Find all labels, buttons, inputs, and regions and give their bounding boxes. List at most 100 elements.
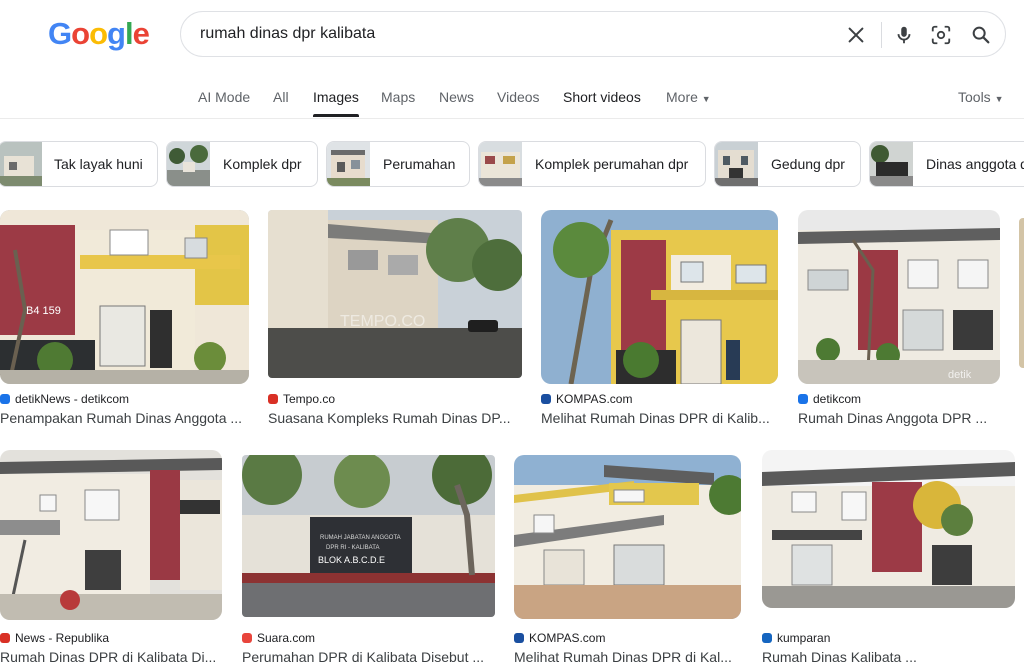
image-result[interactable]: RUMAH JABATAN ANGGOTA DPR RI - KALIBATA … <box>242 455 495 666</box>
tab-ai-mode[interactable]: AI Mode <box>198 89 250 105</box>
chip-label: Komplek perumahan dpr <box>535 156 689 172</box>
result-title[interactable]: Melihat Rumah Dinas DPR di Kal... <box>514 649 741 665</box>
result-title[interactable]: Penampakan Rumah Dinas Anggota ... <box>0 410 249 426</box>
site-favicon-icon <box>268 394 278 404</box>
search-divider <box>881 22 882 48</box>
chip-thumbnail <box>167 142 210 186</box>
image-result[interactable]: TEMPO.CO Tempo.co Suasana Kompleks Rumah… <box>268 210 522 430</box>
tab-more[interactable]: More ▼ <box>666 89 711 105</box>
source-label: Tempo.co <box>283 392 336 406</box>
sign-text: BLOK A.B.C.D.E <box>318 555 385 565</box>
logo-letter: o <box>89 16 108 51</box>
image-result[interactable]: kumparan Rumah Dinas Kalibata ... <box>762 450 1015 666</box>
caret-down-icon: ▼ <box>701 94 711 104</box>
tab-news[interactable]: News <box>439 89 474 105</box>
result-source[interactable]: detikNews - detikcom <box>0 392 129 406</box>
result-source[interactable]: Suara.com <box>242 631 315 645</box>
tab-all[interactable]: All <box>273 89 289 105</box>
tab-videos[interactable]: Videos <box>497 89 540 105</box>
google-logo[interactable]: Google <box>48 16 150 52</box>
camera-lens-icon[interactable] <box>930 24 952 46</box>
tools-label: Tools <box>958 89 991 105</box>
house-plate-text: B4 159 <box>26 305 61 317</box>
source-label: News - Republika <box>15 631 110 645</box>
site-favicon-icon <box>242 633 252 643</box>
site-favicon-icon <box>798 394 808 404</box>
image-result[interactable]: KOMPAS.com Melihat Rumah Dinas DPR di Ka… <box>541 210 778 430</box>
logo-letter: G <box>48 16 72 51</box>
source-label: Suara.com <box>257 631 316 645</box>
search-icon[interactable] <box>970 24 992 46</box>
tab-images[interactable]: Images <box>313 89 359 105</box>
result-title[interactable]: Rumah Dinas Kalibata ... <box>762 649 1015 665</box>
result-source[interactable]: Tempo.co <box>268 392 335 406</box>
tools-button[interactable]: Tools ▼ <box>958 89 1004 105</box>
search-tabs: AI Mode All Images Maps News Videos Shor… <box>0 86 1024 118</box>
result-thumbnail[interactable]: RUMAH JABATAN ANGGOTA DPR RI - KALIBATA … <box>242 455 495 617</box>
site-favicon-icon <box>0 394 10 404</box>
result-title[interactable]: Rumah Dinas Anggota DPR ... <box>798 410 1000 426</box>
sign-text: RUMAH JABATAN ANGGOTA <box>320 535 401 541</box>
result-thumbnail[interactable]: TEMPO.CO <box>268 210 522 378</box>
partial-thumbnail[interactable] <box>1019 218 1024 368</box>
active-tab-indicator <box>313 114 359 117</box>
result-title[interactable]: Perumahan DPR di Kalibata Disebut ... <box>242 649 495 665</box>
result-title[interactable]: Suasana Kompleks Rumah Dinas DP... <box>268 410 522 426</box>
microphone-icon[interactable] <box>893 24 915 46</box>
chip-label: Dinas anggota d <box>926 156 1024 172</box>
result-thumbnail[interactable]: B4 159 <box>0 210 249 384</box>
chip-thumbnail <box>0 142 42 186</box>
header-divider <box>0 118 1024 119</box>
result-title[interactable]: Rumah Dinas DPR di Kalibata Di... <box>0 649 222 665</box>
search-input[interactable]: rumah dinas dpr kalibata <box>200 25 375 43</box>
chip-thumbnail <box>479 142 522 186</box>
chip-tak-layak-huni[interactable]: Tak layak huni <box>0 141 158 187</box>
source-label: KOMPAS.com <box>556 392 633 406</box>
watermark-text: detik <box>948 369 972 381</box>
caret-down-icon: ▼ <box>994 94 1004 104</box>
clear-icon[interactable] <box>845 24 867 46</box>
result-title[interactable]: Melihat Rumah Dinas DPR di Kalib... <box>541 410 778 426</box>
chip-thumbnail <box>870 142 913 186</box>
chip-label: Tak layak huni <box>54 156 143 172</box>
search-box[interactable]: rumah dinas dpr kalibata <box>180 11 1006 57</box>
result-source[interactable]: kumparan <box>762 631 830 645</box>
image-result[interactable]: B4 159 detikNews - detikcom Penampakan R… <box>0 210 249 430</box>
result-thumbnail[interactable] <box>541 210 778 384</box>
chip-thumbnail <box>715 142 758 186</box>
source-label: detikcom <box>813 392 862 406</box>
image-result[interactable]: KOMPAS.com Melihat Rumah Dinas DPR di Ka… <box>514 455 741 666</box>
chip-label: Perumahan <box>383 156 456 172</box>
source-label: detikNews - detikcom <box>15 392 130 406</box>
chip-label: Komplek dpr <box>223 156 302 172</box>
site-favicon-icon <box>541 394 551 404</box>
result-source[interactable]: KOMPAS.com <box>514 631 605 645</box>
chip-komplek-perumahan-dpr[interactable]: Komplek perumahan dpr <box>478 141 706 187</box>
tab-more-label: More <box>666 89 698 105</box>
logo-letter: g <box>107 16 126 51</box>
logo-letter: e <box>132 16 150 51</box>
result-thumbnail[interactable] <box>514 455 741 619</box>
source-label: KOMPAS.com <box>529 631 606 645</box>
tab-short-videos[interactable]: Short videos <box>563 89 641 105</box>
site-favicon-icon <box>762 633 772 643</box>
chip-label: Gedung dpr <box>771 156 845 172</box>
result-thumbnail[interactable]: detik <box>798 210 1000 384</box>
chip-komplek-dpr[interactable]: Komplek dpr <box>166 141 318 187</box>
chip-dinas-anggota[interactable]: Dinas anggota d <box>869 141 1024 187</box>
result-thumbnail[interactable] <box>762 450 1015 608</box>
site-favicon-icon <box>0 633 10 643</box>
chip-perumahan[interactable]: Perumahan <box>326 141 470 187</box>
source-label: kumparan <box>777 631 831 645</box>
watermark-text: TEMPO.CO <box>340 313 425 330</box>
image-result[interactable]: News - Republika Rumah Dinas DPR di Kali… <box>0 450 222 666</box>
image-result[interactable]: detik detikcom Rumah Dinas Anggota DPR .… <box>798 210 1000 430</box>
result-source[interactable]: KOMPAS.com <box>541 392 632 406</box>
sign-text: DPR RI - KALIBATA <box>326 545 379 551</box>
result-source[interactable]: News - Republika <box>0 631 109 645</box>
result-thumbnail[interactable] <box>0 450 222 620</box>
tab-maps[interactable]: Maps <box>381 89 415 105</box>
result-source[interactable]: detikcom <box>798 392 861 406</box>
chip-gedung-dpr[interactable]: Gedung dpr <box>714 141 861 187</box>
site-favicon-icon <box>514 633 524 643</box>
